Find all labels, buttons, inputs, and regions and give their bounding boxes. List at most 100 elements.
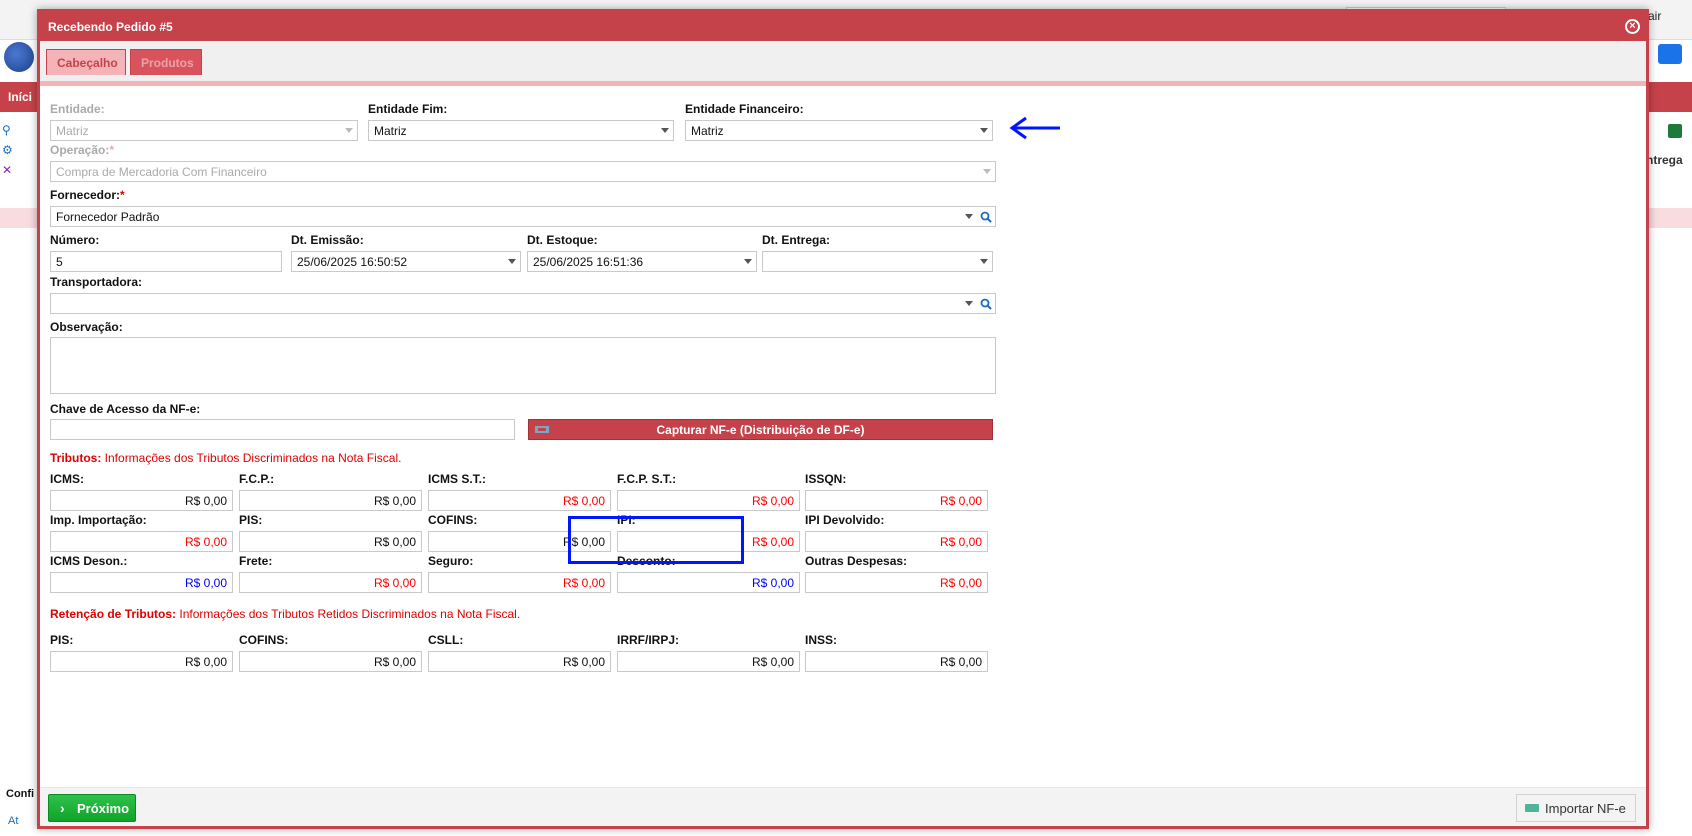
excel-icon[interactable] bbox=[1668, 124, 1682, 138]
fornecedor-select[interactable]: Fornecedor Padrão bbox=[50, 206, 996, 227]
modal-header: Recebendo Pedido #5 × bbox=[40, 12, 1646, 41]
dt-estoque-label: Dt. Estoque: bbox=[527, 233, 598, 247]
tributo-input[interactable]: R$ 0,00 bbox=[428, 490, 611, 511]
capture-nfe-button[interactable]: Capturar NF-e (Distribuição de DF-e) bbox=[528, 419, 993, 440]
fornecedor-label: Fornecedor:* bbox=[50, 188, 125, 202]
capture-nfe-label: Capturar NF-e (Distribuição de DF-e) bbox=[656, 423, 865, 437]
tributo-input[interactable]: R$ 0,00 bbox=[239, 572, 422, 593]
import-nfe-button[interactable]: Importar NF-e bbox=[1516, 794, 1636, 822]
app-logo bbox=[4, 42, 34, 72]
tributo-label: F.C.P.: bbox=[239, 472, 275, 486]
dt-estoque-value: 25/06/2025 16:51:36 bbox=[533, 255, 644, 269]
background-bottom-link[interactable]: At bbox=[8, 815, 18, 827]
tributo-input[interactable]: R$ 0,00 bbox=[805, 572, 988, 593]
entidade-fim-value: Matriz bbox=[374, 124, 407, 138]
chevron-down-icon[interactable] bbox=[508, 259, 516, 264]
tributo-label: Imp. Importação: bbox=[50, 513, 147, 527]
close-icon[interactable]: × bbox=[1625, 19, 1640, 34]
tributo-input[interactable]: R$ 0,00 bbox=[428, 572, 611, 593]
chevron-down-icon bbox=[983, 169, 991, 174]
tributo-label: PIS: bbox=[239, 513, 263, 527]
operacao-label-text: Operação: bbox=[50, 143, 110, 157]
dt-estoque-picker[interactable]: 25/06/2025 16:51:36 bbox=[527, 251, 757, 272]
chevron-down-icon[interactable] bbox=[661, 128, 669, 133]
background-bottom-label: Confi bbox=[6, 788, 35, 800]
operacao-value: Compra de Mercadoria Com Financeiro bbox=[56, 165, 267, 179]
transportadora-label: Transportadora: bbox=[50, 275, 143, 289]
operacao-select: Compra de Mercadoria Com Financeiro bbox=[50, 161, 996, 182]
tributos-title: Tributos: Informações dos Tributos Discr… bbox=[50, 451, 401, 465]
tributo-input[interactable]: R$ 0,00 bbox=[239, 531, 422, 552]
chat-icon[interactable] bbox=[1658, 44, 1682, 64]
next-button[interactable]: › Próximo bbox=[48, 794, 136, 822]
entidade-financeiro-value: Matriz bbox=[691, 124, 724, 138]
chevron-down-icon[interactable] bbox=[744, 259, 752, 264]
transportadora-select[interactable] bbox=[50, 293, 996, 314]
side-toolbar: ⚲ ⚙ ✕ bbox=[2, 120, 16, 180]
close-icon[interactable]: ✕ bbox=[2, 160, 16, 180]
entidade-financeiro-label: Entidade Financeiro: bbox=[685, 102, 804, 116]
entidade-fim-select[interactable]: Matriz bbox=[368, 120, 674, 141]
numero-label: Número: bbox=[50, 233, 100, 247]
next-button-label: Próximo bbox=[77, 801, 130, 816]
chevron-down-icon bbox=[345, 128, 353, 133]
chave-input[interactable] bbox=[50, 419, 515, 440]
operacao-label: Operação:* bbox=[50, 143, 115, 157]
dt-entrega-picker[interactable] bbox=[762, 251, 993, 272]
tab-bar: Cabeçalho Produtos bbox=[40, 41, 1646, 86]
tributo-label: Seguro: bbox=[428, 554, 474, 568]
search-icon[interactable] bbox=[980, 298, 992, 310]
tributo-input[interactable]: R$ 0,00 bbox=[50, 490, 233, 511]
tributo-input[interactable]: R$ 0,00 bbox=[239, 490, 422, 511]
retencao-input[interactable]: R$ 0,00 bbox=[617, 651, 800, 672]
nav-home-label[interactable]: Iníci bbox=[8, 90, 32, 104]
tributos-subtitle: Informações dos Tributos Discriminados n… bbox=[104, 451, 402, 465]
observacao-textarea[interactable] bbox=[50, 337, 996, 394]
chevron-right-icon: › bbox=[60, 800, 65, 816]
retencao-label: CSLL: bbox=[428, 633, 464, 647]
observacao-label: Observação: bbox=[50, 320, 123, 334]
download-icon bbox=[535, 426, 549, 433]
retencao-title: Retenção de Tributos: Informações dos Tr… bbox=[50, 607, 520, 621]
chevron-down-icon[interactable] bbox=[980, 128, 988, 133]
retencao-input[interactable]: R$ 0,00 bbox=[805, 651, 988, 672]
entidade-value: Matriz bbox=[56, 124, 89, 138]
tributo-label: COFINS: bbox=[428, 513, 478, 527]
retencao-label: PIS: bbox=[50, 633, 74, 647]
chave-label: Chave de Acesso da NF-e: bbox=[50, 402, 201, 416]
dt-emissao-label: Dt. Emissão: bbox=[291, 233, 364, 247]
tributo-input[interactable]: R$ 0,00 bbox=[805, 490, 988, 511]
chevron-down-icon[interactable] bbox=[980, 259, 988, 264]
chevron-down-icon[interactable] bbox=[965, 301, 973, 306]
tab-cabecalho[interactable]: Cabeçalho bbox=[46, 49, 126, 75]
dt-emissao-value: 25/06/2025 16:50:52 bbox=[297, 255, 408, 269]
dt-emissao-picker[interactable]: 25/06/2025 16:50:52 bbox=[291, 251, 521, 272]
tributo-label: F.C.P. S.T.: bbox=[617, 472, 677, 486]
tributo-input[interactable]: R$ 0,00 bbox=[50, 572, 233, 593]
retencao-input[interactable]: R$ 0,00 bbox=[50, 651, 233, 672]
tributo-label: Frete: bbox=[239, 554, 273, 568]
tributo-label: IPI Devolvido: bbox=[805, 513, 885, 527]
chevron-down-icon[interactable] bbox=[965, 214, 973, 219]
search-icon[interactable]: ⚲ bbox=[2, 120, 16, 140]
dt-entrega-label: Dt. Entrega: bbox=[762, 233, 831, 247]
entidade-fim-label: Entidade Fim: bbox=[368, 102, 448, 116]
retencao-input[interactable]: R$ 0,00 bbox=[239, 651, 422, 672]
numero-input[interactable]: 5 bbox=[50, 251, 282, 272]
tributo-label: Outras Despesas: bbox=[805, 554, 908, 568]
retencao-input[interactable]: R$ 0,00 bbox=[428, 651, 611, 672]
tributo-label: ISSQN: bbox=[805, 472, 847, 486]
tributo-input[interactable]: R$ 0,00 bbox=[617, 572, 800, 593]
tab-produtos[interactable]: Produtos bbox=[130, 49, 202, 75]
tributo-input[interactable]: R$ 0,00 bbox=[805, 531, 988, 552]
tributo-label: ICMS: bbox=[50, 472, 84, 486]
search-icon[interactable] bbox=[980, 211, 992, 223]
annotation-arrow-icon bbox=[1009, 116, 1060, 140]
fornecedor-value: Fornecedor Padrão bbox=[56, 210, 160, 224]
entidade-select: Matriz bbox=[50, 120, 358, 141]
gear-icon[interactable]: ⚙ bbox=[2, 140, 16, 160]
tributo-input[interactable]: R$ 0,00 bbox=[50, 531, 233, 552]
tributo-input[interactable]: R$ 0,00 bbox=[617, 490, 800, 511]
entidade-financeiro-select[interactable]: Matriz bbox=[685, 120, 993, 141]
retencao-subtitle: Informações dos Tributos Retidos Discrim… bbox=[179, 607, 521, 621]
